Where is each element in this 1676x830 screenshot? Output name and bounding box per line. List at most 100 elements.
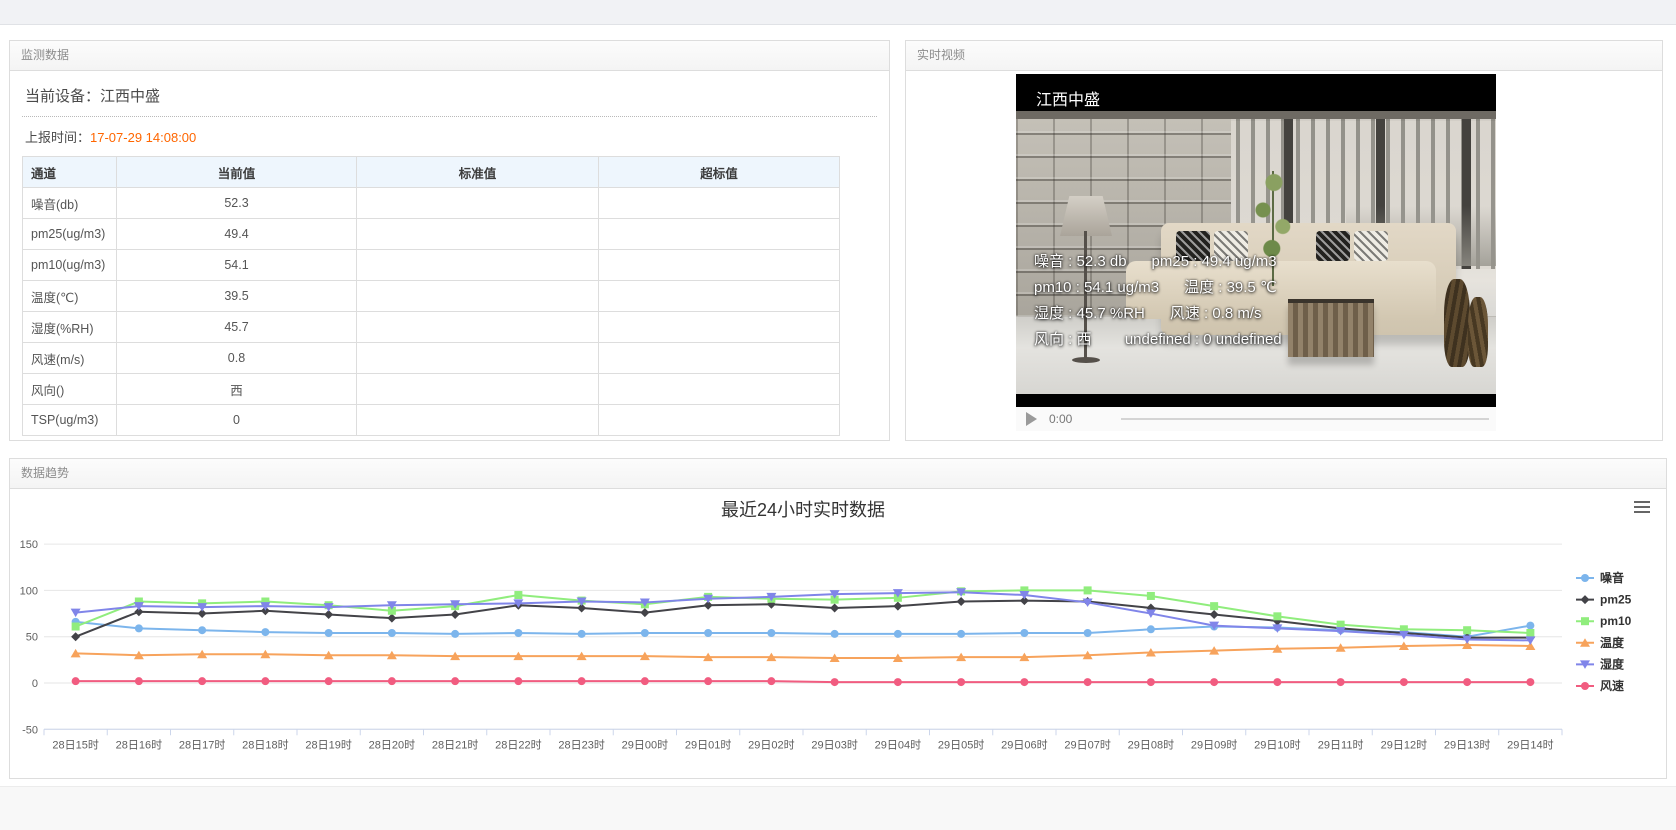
table-cell-standard (357, 281, 599, 312)
table-cell-exceed (599, 312, 840, 343)
table-cell-channel: 湿度(%RH) (23, 312, 117, 343)
trend-panel-title: 数据趋势 (10, 459, 1666, 489)
current-device-line: 当前设备：江西中盛 (22, 77, 877, 117)
table-cell-current: 52.3 (117, 188, 357, 219)
report-time-line: 上报时间：17-07-29 14:08:00 (22, 117, 877, 156)
sensor-overlay-line: 噪音 : 52.3 db pm25 : 49.4 ug/m3 (1034, 249, 1282, 275)
svg-text:100: 100 (20, 585, 38, 597)
table-cell-exceed (599, 343, 840, 374)
table-cell-exceed (599, 405, 840, 436)
table-cell-exceed (599, 281, 840, 312)
current-device-name: 江西中盛 (100, 88, 160, 105)
table-row: TSP(ug/m3)0 (23, 405, 840, 436)
svg-text:29日14时: 29日14时 (1507, 738, 1553, 751)
table-row: pm25(ug/m3)49.4 (23, 219, 840, 250)
sensor-overlay-line: 湿度 : 45.7 %RH 风速 : 0.8 m/s (1034, 301, 1282, 327)
table-cell-exceed (599, 219, 840, 250)
photo-pillow (1354, 231, 1388, 261)
table-cell-channel: 风向() (23, 374, 117, 405)
svg-text:29日00时: 29日00时 (622, 738, 668, 751)
svg-text:29日11时: 29日11时 (1318, 738, 1364, 751)
video-title-bar: 江西中盛 (1016, 74, 1496, 111)
table-row: 风速(m/s)0.8 (23, 343, 840, 374)
series-风速 (72, 677, 1535, 686)
legend-item-噪音[interactable]: 噪音 (1576, 570, 1624, 585)
svg-text:29日08时: 29日08时 (1128, 738, 1174, 751)
svg-text:湿度: 湿度 (1600, 656, 1625, 671)
table-cell-standard (357, 312, 599, 343)
table-cell-standard (357, 219, 599, 250)
table-cell-current: 39.5 (117, 281, 357, 312)
legend-item-湿度[interactable]: 湿度 (1576, 656, 1625, 671)
video-panel-title: 实时视频 (906, 41, 1662, 71)
video-progress-track[interactable] (1121, 418, 1489, 420)
svg-text:29日04时: 29日04时 (875, 738, 921, 751)
play-icon[interactable] (1026, 412, 1037, 426)
table-row: 温度(℃)39.5 (23, 281, 840, 312)
svg-text:最近24小时实时数据: 最近24小时实时数据 (721, 500, 885, 520)
photo-floor-lamp-base (1072, 357, 1100, 363)
legend-item-风速[interactable]: 风速 (1576, 678, 1624, 693)
photo-coffee-table (1288, 299, 1374, 357)
svg-text:29日05时: 29日05时 (938, 738, 984, 751)
report-time-label: 上报时间： (25, 130, 90, 145)
sensor-overlay-line: 风向 : 西 undefined : 0 undefined (1034, 327, 1282, 353)
table-cell-channel: 风速(m/s) (23, 343, 117, 374)
svg-text:29日09时: 29日09时 (1191, 738, 1237, 751)
table-cell-current: 0.8 (117, 343, 357, 374)
table-cell-current: 49.4 (117, 219, 357, 250)
svg-text:29日06时: 29日06时 (1001, 738, 1047, 751)
svg-text:28日23时: 28日23时 (558, 738, 604, 751)
realtime-video-panel: 实时视频 江西中盛 噪音 (905, 40, 1663, 441)
page-footer-band (0, 786, 1676, 830)
table-cell-standard (357, 374, 599, 405)
table-cell-current: 45.7 (117, 312, 357, 343)
svg-text:29日10时: 29日10时 (1254, 738, 1300, 751)
video-time: 0:00 (1049, 412, 1072, 426)
svg-text:温度: 温度 (1600, 635, 1625, 650)
svg-text:29日12时: 29日12时 (1381, 738, 1427, 751)
table-cell-exceed (599, 188, 840, 219)
table-cell-standard (357, 405, 599, 436)
svg-text:风速: 风速 (1600, 678, 1624, 693)
svg-text:28日21时: 28日21时 (432, 738, 478, 751)
table-row: 湿度(%RH)45.7 (23, 312, 840, 343)
svg-text:28日16时: 28日16时 (116, 738, 162, 751)
svg-text:150: 150 (20, 539, 38, 551)
data-trend-panel: 数据趋势 150100500-5028日15时28日16时28日17时28日18… (9, 458, 1667, 779)
svg-text:pm25: pm25 (1600, 593, 1632, 607)
svg-text:29日03时: 29日03时 (811, 738, 857, 751)
chart-menu-icon[interactable] (1634, 501, 1650, 513)
svg-text:28日20时: 28日20时 (369, 738, 415, 751)
monitor-panel-title: 监测数据 (10, 41, 889, 71)
trend-line-chart: 150100500-5028日15时28日16时28日17时28日18时28日1… (10, 489, 1666, 777)
channel-table-header-row: 通道当前值标准值超标值 (23, 157, 840, 188)
video-bottom-bar (1016, 394, 1496, 407)
sensor-overlay-text: 噪音 : 52.3 db pm25 : 49.4 ug/m3pm10 : 54.… (1034, 249, 1282, 353)
svg-text:28日22时: 28日22时 (495, 738, 541, 751)
svg-text:50: 50 (26, 632, 38, 644)
table-cell-channel: TSP(ug/m3) (23, 405, 117, 436)
table-row: pm10(ug/m3)54.1 (23, 250, 840, 281)
table-cell-current: 西 (117, 374, 357, 405)
svg-text:29日02时: 29日02时 (748, 738, 794, 751)
photo-vase (1468, 297, 1488, 367)
table-cell-channel: 温度(℃) (23, 281, 117, 312)
svg-text:28日17时: 28日17时 (179, 738, 225, 751)
svg-text:0: 0 (32, 678, 38, 690)
table-row: 风向()西 (23, 374, 840, 405)
table-cell-channel: pm25(ug/m3) (23, 219, 117, 250)
series-温度 (71, 641, 1536, 662)
legend-item-pm10[interactable]: pm10 (1576, 614, 1632, 628)
video-control-bar: 0:00 (1016, 407, 1496, 431)
sensor-overlay-line: pm10 : 54.1 ug/m3 温度 : 39.5 ℃ (1034, 275, 1282, 301)
svg-text:29日13时: 29日13时 (1444, 738, 1490, 751)
legend-item-pm25[interactable]: pm25 (1576, 593, 1632, 607)
legend-item-温度[interactable]: 温度 (1576, 635, 1625, 650)
svg-text:28日18时: 28日18时 (242, 738, 288, 751)
video-frame: 江西中盛 噪音 : 52.3 db pm25 (1016, 74, 1496, 407)
svg-text:29日01时: 29日01时 (685, 738, 731, 751)
table-cell-standard (357, 343, 599, 374)
browser-top-strip (0, 0, 1676, 25)
monitor-data-panel: 监测数据 当前设备：江西中盛 上报时间：17-07-29 14:08:00 通道… (9, 40, 890, 441)
